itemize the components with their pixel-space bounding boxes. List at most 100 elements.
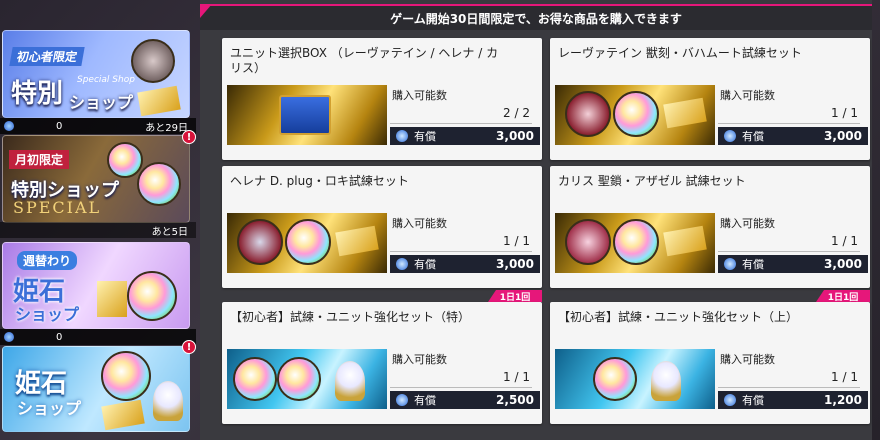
divider bbox=[390, 387, 532, 388]
shop-sidebar: 初心者限定 特別 ショップ Special Shop 0 あと29日 月初限定 … bbox=[0, 0, 196, 440]
orb-icon bbox=[613, 91, 659, 137]
paid-gem-icon bbox=[396, 130, 408, 142]
notice-text: ゲーム開始30日間限定で、お得な商品を購入できます bbox=[390, 11, 682, 26]
ticket-icon bbox=[663, 225, 707, 257]
product-name: カリス 聖鎖・アザゼル 試練セット bbox=[558, 174, 746, 188]
price-button[interactable]: 有償 3,000 bbox=[718, 255, 868, 273]
stock-label: 購入可能数 bbox=[720, 89, 775, 102]
banner-subtitle: ショップ bbox=[17, 399, 82, 418]
product-card[interactable]: レーヴァテイン 獣刻・バハムート試練セット 購入可能数 1 / 1 有償 3,0… bbox=[550, 38, 870, 160]
orb-icon bbox=[613, 219, 659, 265]
banner-monthly-special-shop[interactable]: 月初限定 特別ショップ SPECIAL bbox=[2, 135, 190, 223]
stock-value: 1 / 1 bbox=[831, 234, 858, 248]
stock-value: 1 / 1 bbox=[503, 370, 530, 384]
product-image bbox=[555, 213, 715, 273]
ticket-icon bbox=[101, 399, 145, 431]
orb-icon bbox=[593, 357, 637, 401]
banner-tag: 初心者限定 bbox=[9, 47, 85, 66]
banner-remaining: あと5日 bbox=[151, 226, 188, 238]
stock-value: 1 / 1 bbox=[831, 106, 858, 120]
price-value: 3,000 bbox=[496, 129, 534, 143]
orb-icon bbox=[285, 219, 331, 265]
trophy-icon bbox=[153, 381, 183, 421]
stock-value: 1 / 1 bbox=[503, 234, 530, 248]
price-label: 有償 bbox=[414, 258, 436, 271]
alert-badge: ! bbox=[182, 130, 196, 144]
orb-icon bbox=[101, 351, 151, 401]
stock-value: 2 / 2 bbox=[503, 106, 530, 120]
daily-limit-badge: 1日1回 bbox=[816, 290, 870, 302]
product-card[interactable]: ユニット選択BOX （レーヴァテイン / ヘレナ / カリス） 購入可能数 2 … bbox=[222, 38, 542, 160]
character-orb-icon bbox=[565, 91, 611, 137]
gem-icon bbox=[4, 332, 14, 342]
product-image bbox=[227, 85, 387, 145]
trophy-icon bbox=[335, 361, 365, 401]
price-label: 有償 bbox=[414, 394, 436, 407]
banner-info-bar: 0 bbox=[0, 329, 196, 345]
price-label: 有償 bbox=[414, 130, 436, 143]
divider bbox=[718, 387, 860, 388]
divider bbox=[390, 251, 532, 252]
stock-label: 購入可能数 bbox=[392, 353, 447, 366]
price-button[interactable]: 有償 3,000 bbox=[718, 127, 868, 145]
product-card[interactable]: ヘレナ D. plug・ロキ試練セット 購入可能数 1 / 1 有償 3,000 bbox=[222, 166, 542, 288]
price-value: 3,000 bbox=[496, 257, 534, 271]
product-name: 【初心者】試練・ユニット強化セット（特） bbox=[230, 310, 471, 324]
banner-count: 0 bbox=[56, 120, 63, 132]
treasure-chest-icon bbox=[279, 95, 331, 135]
price-value: 2,500 bbox=[496, 393, 534, 407]
banner-beginner-special-shop[interactable]: 初心者限定 特別 ショップ Special Shop bbox=[2, 30, 190, 118]
daily-limit-badge: 1日1回 bbox=[488, 290, 542, 302]
alert-badge: ! bbox=[182, 340, 196, 354]
product-image bbox=[227, 213, 387, 273]
ticket-icon bbox=[97, 281, 127, 317]
product-card[interactable]: 【初心者】試練・ユニット強化セット（特） 購入可能数 1 / 1 有償 2,50… bbox=[222, 302, 542, 424]
price-button[interactable]: 有償 3,000 bbox=[390, 255, 540, 273]
banner-caption: SPECIAL bbox=[13, 198, 102, 217]
price-button[interactable]: 有償 2,500 bbox=[390, 391, 540, 409]
orb-icon bbox=[127, 271, 177, 321]
stock-value: 1 / 1 bbox=[831, 370, 858, 384]
product-name: ヘレナ D. plug・ロキ試練セット bbox=[230, 174, 409, 188]
banner-weekly-hime-stone-shop[interactable]: 週替わり 姫石 ショップ bbox=[2, 242, 190, 329]
ticket-icon bbox=[663, 97, 707, 129]
product-image bbox=[555, 349, 715, 409]
paid-gem-icon bbox=[396, 394, 408, 406]
notice-bar: ゲーム開始30日間限定で、お得な商品を購入できます bbox=[200, 4, 872, 30]
paid-gem-icon bbox=[724, 258, 736, 270]
banner-count: 0 bbox=[56, 331, 63, 343]
price-value: 1,200 bbox=[824, 393, 862, 407]
banner-tag: 月初限定 bbox=[9, 150, 70, 169]
paid-gem-icon bbox=[724, 130, 736, 142]
stock-label: 購入可能数 bbox=[720, 353, 775, 366]
price-value: 3,000 bbox=[824, 129, 862, 143]
orb-icon bbox=[107, 142, 143, 178]
banner-subtitle: ショップ bbox=[69, 93, 134, 112]
stock-label: 購入可能数 bbox=[720, 217, 775, 230]
orb-icon bbox=[233, 357, 277, 401]
character-orb-icon bbox=[565, 219, 611, 265]
paid-gem-icon bbox=[396, 258, 408, 270]
price-value: 3,000 bbox=[824, 257, 862, 271]
gem-icon bbox=[4, 121, 14, 131]
product-card[interactable]: 【初心者】試練・ユニット強化セット（上） 購入可能数 1 / 1 有償 1,20… bbox=[550, 302, 870, 424]
character-portrait-icon bbox=[131, 39, 175, 83]
banner-remaining: あと29日 bbox=[145, 122, 188, 134]
banner-hime-stone-shop[interactable]: 姫石 ショップ bbox=[2, 346, 190, 432]
price-button[interactable]: 有償 1,200 bbox=[718, 391, 868, 409]
price-label: 有償 bbox=[742, 258, 764, 271]
orb-icon bbox=[137, 162, 181, 206]
trophy-icon bbox=[651, 361, 681, 401]
orb-icon bbox=[277, 357, 321, 401]
price-button[interactable]: 有償 3,000 bbox=[390, 127, 540, 145]
product-name: レーヴァテイン 獣刻・バハムート試練セット bbox=[558, 46, 802, 60]
character-orb-icon bbox=[237, 219, 283, 265]
divider bbox=[390, 123, 532, 124]
accent-corner bbox=[200, 4, 212, 18]
ticket-icon bbox=[335, 225, 379, 257]
product-name: 【初心者】試練・ユニット強化セット（上） bbox=[558, 310, 799, 324]
product-card[interactable]: カリス 聖鎖・アザゼル 試練セット 購入可能数 1 / 1 有償 3,000 bbox=[550, 166, 870, 288]
stock-label: 購入可能数 bbox=[392, 89, 447, 102]
stock-label: 購入可能数 bbox=[392, 217, 447, 230]
shop-main-panel: ゲーム開始30日間限定で、お得な商品を購入できます ユニット選択BOX （レーヴ… bbox=[200, 0, 872, 440]
